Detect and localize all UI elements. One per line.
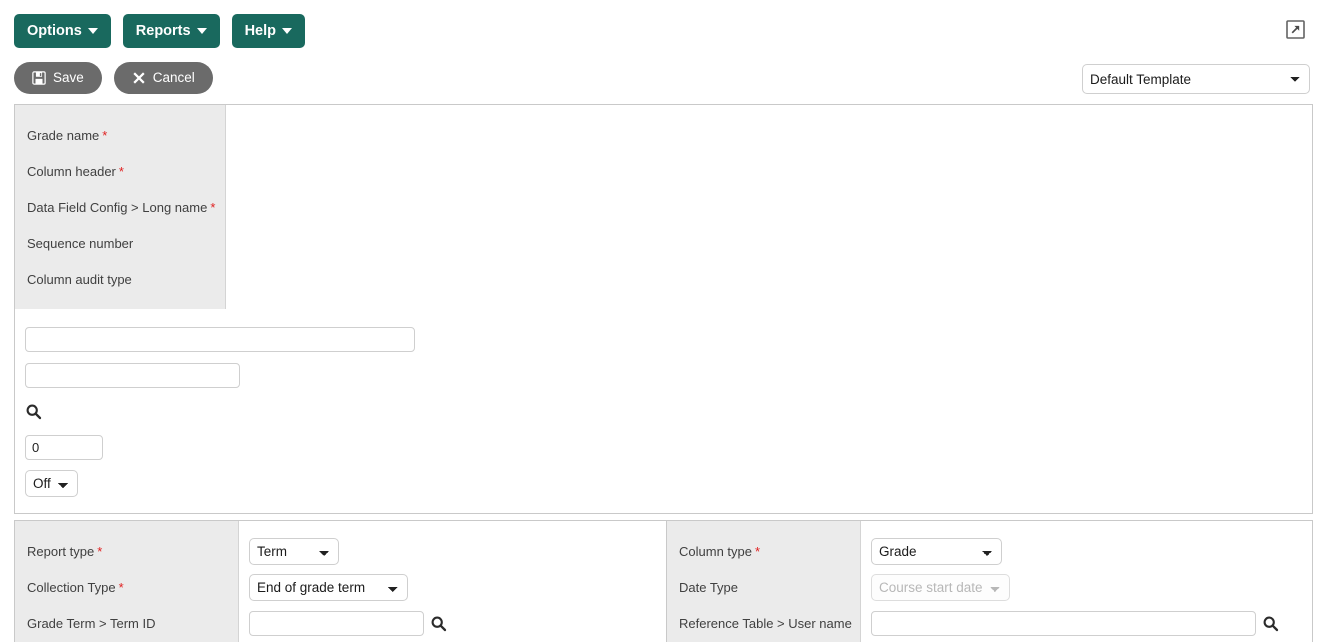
- save-button-label: Save: [53, 70, 84, 86]
- field-column-type: Grade: [861, 533, 1312, 569]
- panel-grade-attributes: Grade name * Column header * Data Field Co…: [14, 104, 1313, 514]
- field-collection-type: End of grade term: [239, 569, 666, 605]
- popout-expand-icon[interactable]: [1286, 20, 1305, 39]
- reports-menu-label: Reports: [135, 22, 191, 39]
- field-grade-name: [15, 321, 1312, 357]
- label-text: Date Type: [679, 579, 739, 595]
- chevron-down-icon: [87, 28, 98, 34]
- required-marker: *: [210, 199, 216, 215]
- cancel-cross-icon: [132, 71, 146, 85]
- label-data-field-config-long-name: Data Field Config > Long name *: [15, 189, 225, 225]
- required-marker: *: [97, 543, 103, 559]
- required-marker: *: [102, 127, 108, 143]
- label-text: Column type: [679, 543, 752, 559]
- panel1-label-column: Grade name * Column header * Data Field Co…: [15, 105, 226, 309]
- label-grade-term-term-id: Grade Term > Term ID: [15, 605, 238, 641]
- panel1-value-column: Off: [15, 309, 1312, 513]
- label-text: Grade name: [27, 127, 100, 143]
- label-date-type: Date Type: [667, 569, 860, 605]
- help-menu-button[interactable]: Help: [231, 14, 305, 48]
- label-text: Report type: [27, 543, 95, 559]
- label-text: Column header: [27, 163, 116, 179]
- chevron-down-icon: [282, 28, 292, 34]
- label-sequence-number: Sequence number: [15, 225, 225, 261]
- panel2-right-value-column: Grade Course start date: [861, 521, 1312, 642]
- label-column-audit-type: Column audit type: [15, 261, 225, 297]
- options-menu-label: Options: [27, 22, 82, 39]
- field-column-audit-type: Off: [15, 465, 1312, 501]
- panel2-right-label-column: Column type * Date Type Reference Table >…: [667, 521, 861, 642]
- reference-table-user-name-input[interactable]: [871, 610, 1256, 636]
- cancel-button-label: Cancel: [152, 70, 195, 86]
- toolbar: Options Reports Help Save Cancel Default…: [0, 0, 1319, 104]
- panel2-right-column: Column type * Date Type Reference Table >…: [667, 521, 1312, 642]
- save-button[interactable]: Save: [14, 62, 102, 94]
- chevron-down-icon: [196, 28, 207, 34]
- field-report-type: Term: [239, 533, 666, 569]
- label-column-header: Column header *: [15, 153, 225, 189]
- collection-type-select[interactable]: End of grade term: [249, 573, 408, 601]
- label-text: Collection Type: [27, 579, 116, 595]
- date-type-select: Course start date: [871, 573, 1010, 601]
- label-text: Data Field Config > Long name: [27, 199, 208, 215]
- search-magnifier-icon[interactable]: [1262, 615, 1279, 632]
- label-text: Grade Term > Term ID: [27, 615, 156, 631]
- panel2-left-column: Report type * Collection Type * Grade Term…: [15, 521, 667, 642]
- reports-menu-button[interactable]: Reports: [122, 14, 220, 48]
- column-audit-type-select[interactable]: Off: [25, 469, 78, 497]
- label-text: Reference Table > User name: [679, 615, 852, 631]
- label-text: Sequence number: [27, 235, 134, 251]
- label-grade-name: Grade name *: [15, 117, 225, 153]
- label-reference-table-user-name: Reference Table > User name: [667, 605, 860, 641]
- help-menu-label: Help: [244, 22, 276, 39]
- required-marker: *: [754, 543, 761, 559]
- column-header-input[interactable]: [25, 362, 240, 388]
- panel-grade-details: Report type * Collection Type * Grade Term…: [14, 520, 1313, 642]
- sequence-number-input[interactable]: [25, 434, 103, 460]
- panel2-left-value-column: Term End of grade term: [239, 521, 666, 642]
- field-grade-term-term-id: [239, 605, 666, 641]
- field-column-header: [15, 357, 1312, 393]
- field-data-field-config-long-name: [15, 393, 1312, 429]
- template-select-wrap: Default Template: [1082, 64, 1310, 94]
- field-sequence-number: [15, 429, 1312, 465]
- label-report-type: Report type *: [15, 533, 238, 569]
- field-reference-table-user-name: [861, 605, 1312, 641]
- panel2-left-label-column: Report type * Collection Type * Grade Term…: [15, 521, 239, 642]
- column-type-select[interactable]: Grade: [871, 537, 1002, 565]
- field-date-type: Course start date: [861, 569, 1312, 605]
- search-magnifier-icon[interactable]: [25, 403, 42, 420]
- cancel-button[interactable]: Cancel: [113, 62, 213, 94]
- menu-button-row: Options Reports Help: [14, 14, 1319, 48]
- label-collection-type: Collection Type *: [15, 569, 238, 605]
- save-floppy-icon: [32, 71, 46, 85]
- grade-term-term-id-input[interactable]: [249, 610, 424, 636]
- label-column-type: Column type *: [667, 533, 860, 569]
- required-marker: *: [118, 579, 124, 595]
- required-marker: *: [118, 163, 124, 179]
- report-type-select[interactable]: Term: [249, 537, 339, 565]
- grade-name-input[interactable]: [25, 326, 415, 352]
- search-magnifier-icon[interactable]: [430, 615, 447, 632]
- options-menu-button[interactable]: Options: [14, 14, 111, 48]
- label-text: Column audit type: [27, 271, 132, 287]
- template-select[interactable]: Default Template: [1082, 64, 1310, 94]
